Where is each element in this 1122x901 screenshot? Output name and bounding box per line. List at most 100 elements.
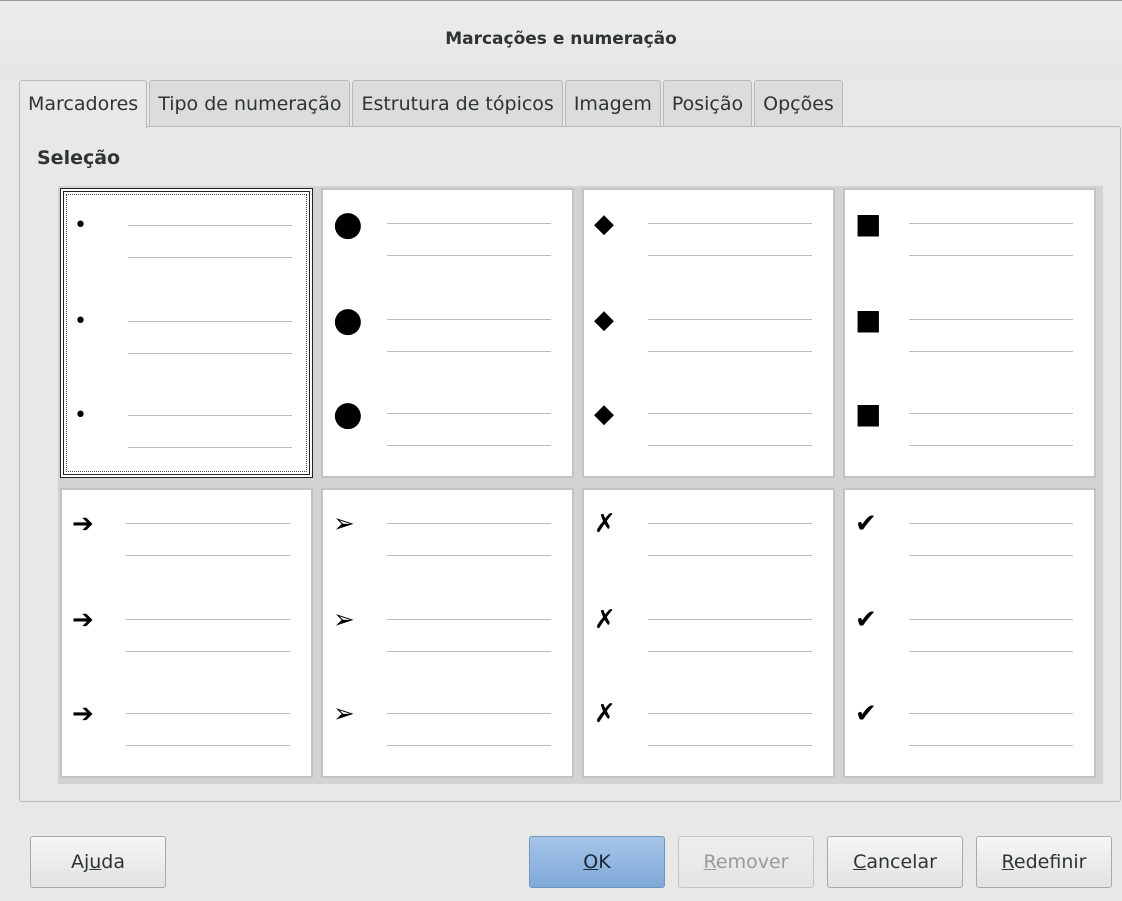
- bullet-style-check-mark[interactable]: ✔ ✔ ✔: [843, 488, 1096, 778]
- cancel-button-mnemonic: C: [853, 851, 867, 873]
- preview-text-line: [648, 445, 812, 446]
- preview-text-line: [909, 555, 1073, 556]
- reset-button-label-post: edefinir: [1013, 851, 1087, 873]
- preview-text-line: [126, 555, 290, 556]
- preview-text-line: [126, 713, 290, 714]
- ok-button[interactable]: OK: [529, 836, 665, 888]
- preview-text-line: [648, 413, 812, 414]
- preview-text-line: [387, 413, 551, 414]
- preview-text-line: [128, 321, 292, 322]
- preview-text-line: [909, 445, 1073, 446]
- preview-text-line: [909, 523, 1073, 524]
- square-bullet-icon: ■: [855, 207, 882, 240]
- check-mark-bullet-icon: ✔: [855, 605, 877, 635]
- selection-heading: Seleção: [37, 147, 121, 169]
- preview-text-line: [387, 713, 551, 714]
- cross-mark-bullet-icon: ✗: [594, 509, 616, 539]
- preview-text-line: [387, 745, 551, 746]
- small-dot-bullet-icon: •: [74, 213, 87, 238]
- preview-text-line: [648, 255, 812, 256]
- cross-mark-bullet-icon: ✗: [594, 605, 616, 635]
- preview-text-line: [909, 255, 1073, 256]
- preview-text-line: [387, 445, 551, 446]
- preview-text-line: [126, 619, 290, 620]
- check-mark-bullet-icon: ✔: [855, 509, 877, 539]
- preview-text-line: [387, 223, 551, 224]
- arrowhead-bullet-icon: ➢: [333, 605, 355, 635]
- window-title: Marcações e numeração: [445, 29, 677, 49]
- preview-text-line: [387, 619, 551, 620]
- diamond-bullet-icon: ◆: [594, 209, 614, 239]
- square-bullet-icon: ■: [855, 303, 882, 336]
- help-button-mnemonic: u: [89, 851, 102, 873]
- preview-text-line: [909, 651, 1073, 652]
- cross-mark-bullet-icon: ✗: [594, 699, 616, 729]
- cancel-button-label-post: ancelar: [866, 851, 937, 873]
- large-circle-bullet-icon: ●: [333, 394, 363, 434]
- bullet-style-cross-mark[interactable]: ✗ ✗ ✗: [582, 488, 835, 778]
- bullet-style-large-circle[interactable]: ● ● ●: [321, 188, 574, 478]
- preview-text-line: [387, 523, 551, 524]
- preview-text-line: [126, 523, 290, 524]
- preview-text-line: [387, 351, 551, 352]
- square-bullet-icon: ■: [855, 397, 882, 430]
- preview-text-line: [648, 713, 812, 714]
- preview-text-line: [648, 651, 812, 652]
- arrowhead-bullet-icon: ➢: [333, 699, 355, 729]
- preview-text-line: [909, 223, 1073, 224]
- large-circle-bullet-icon: ●: [333, 204, 363, 244]
- preview-text-line: [387, 555, 551, 556]
- help-button[interactable]: Ajuda: [30, 836, 166, 888]
- arrow-bullet-icon: ➔: [72, 509, 94, 539]
- preview-text-line: [909, 619, 1073, 620]
- preview-text-line: [126, 651, 290, 652]
- preview-text-line: [909, 319, 1073, 320]
- preview-text-line: [387, 651, 551, 652]
- preview-text-line: [126, 745, 290, 746]
- arrow-bullet-icon: ➔: [72, 605, 94, 635]
- large-circle-bullet-icon: ●: [333, 300, 363, 340]
- reset-button[interactable]: Redefinir: [976, 836, 1112, 888]
- arrowhead-bullet-icon: ➢: [333, 509, 355, 539]
- cancel-button[interactable]: Cancelar: [827, 836, 963, 888]
- diamond-bullet-icon: ◆: [594, 305, 614, 335]
- bullet-style-square[interactable]: ■ ■ ■: [843, 188, 1096, 478]
- preview-text-line: [648, 351, 812, 352]
- tab-posicao[interactable]: Posição: [662, 80, 753, 126]
- preview-text-line: [648, 555, 812, 556]
- ok-button-label-post: K: [598, 851, 611, 873]
- preview-text-line: [128, 257, 292, 258]
- tab-tipo-de-numeracao[interactable]: Tipo de numeração: [149, 80, 351, 126]
- tab-bar: Marcadores Tipo de numeração Estrutura d…: [19, 80, 845, 128]
- ok-button-mnemonic: O: [583, 851, 599, 873]
- title-bar: Marcações e numeração: [0, 0, 1122, 80]
- help-button-label-post: da: [101, 851, 126, 873]
- preview-text-line: [648, 523, 812, 524]
- small-dot-bullet-icon: •: [74, 403, 87, 428]
- preview-text-line: [128, 415, 292, 416]
- bullet-style-small-dot[interactable]: • • •: [60, 188, 313, 478]
- help-button-label-pre: Aj: [70, 851, 90, 873]
- preview-text-line: [387, 319, 551, 320]
- tab-opcoes[interactable]: Opções: [754, 80, 843, 126]
- bullet-style-diamond[interactable]: ◆ ◆ ◆: [582, 188, 835, 478]
- remove-button[interactable]: Remover: [678, 836, 814, 888]
- preview-text-line: [909, 351, 1073, 352]
- check-mark-bullet-icon: ✔: [855, 699, 877, 729]
- tab-marcadores[interactable]: Marcadores: [19, 80, 148, 128]
- bullet-style-grid: • • • ● ● ● ◆ ◆ ◆ ■ ■ ■ ➔ ➔ ➔ ➢ ➢ ➢ ✗ ✗ ✗ ✔ ✔ ✔: [58, 186, 1103, 784]
- preview-text-line: [648, 223, 812, 224]
- preview-text-line: [909, 713, 1073, 714]
- remove-button-label-post: emover: [715, 851, 789, 873]
- tab-estrutura-de-topicos[interactable]: Estrutura de tópicos: [352, 80, 563, 126]
- small-dot-bullet-icon: •: [74, 309, 87, 334]
- preview-text-line: [909, 745, 1073, 746]
- preview-text-line: [128, 353, 292, 354]
- tab-imagem[interactable]: Imagem: [564, 80, 661, 126]
- preview-text-line: [648, 619, 812, 620]
- reset-button-mnemonic: R: [1001, 851, 1014, 873]
- bullet-style-arrowhead[interactable]: ➢ ➢ ➢: [321, 488, 574, 778]
- preview-text-line: [648, 745, 812, 746]
- bullet-style-arrow[interactable]: ➔ ➔ ➔: [60, 488, 313, 778]
- preview-text-line: [387, 255, 551, 256]
